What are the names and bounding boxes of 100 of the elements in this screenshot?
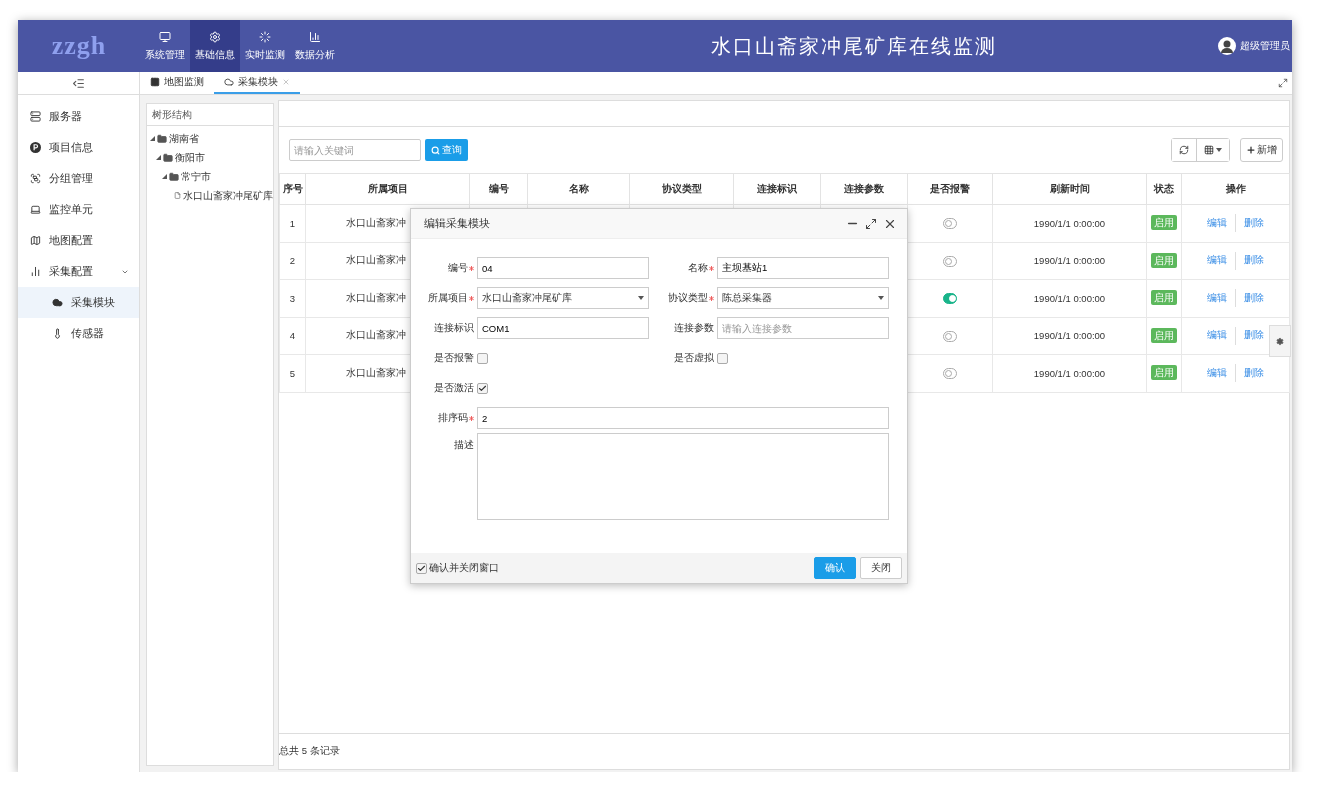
p-circle-icon bbox=[30, 142, 41, 153]
search-field[interactable]: 请输入关键词 bbox=[289, 139, 421, 161]
sidebar-item[interactable]: 地图配置 bbox=[18, 225, 139, 256]
refresh-icon bbox=[1179, 145, 1189, 155]
delete-link[interactable]: 删除 bbox=[1236, 291, 1272, 303]
column-header: 编号 bbox=[469, 173, 528, 205]
cloud-icon bbox=[224, 77, 234, 87]
add-button[interactable]: 新增 bbox=[1240, 138, 1283, 162]
edit-link[interactable]: 编辑 bbox=[1199, 254, 1235, 266]
column-header: 是否报警 bbox=[907, 173, 993, 205]
loading-icon[interactable] bbox=[259, 30, 271, 43]
sidebar-item[interactable]: 监控单元 bbox=[18, 194, 139, 225]
table-cell: 1 bbox=[279, 204, 306, 242]
tree-node-label[interactable]: 常宁市 bbox=[181, 169, 211, 184]
delete-link[interactable]: 删除 bbox=[1236, 329, 1272, 341]
folder-icon bbox=[157, 133, 167, 144]
sidebar-item[interactable]: 分组管理 bbox=[18, 163, 139, 194]
gear-icon[interactable] bbox=[209, 30, 221, 43]
delete-link[interactable]: 删除 bbox=[1236, 254, 1272, 266]
required-mark-icon bbox=[469, 415, 474, 421]
tree-node-label[interactable]: 衡阳市 bbox=[175, 150, 205, 165]
fullscreen-icon[interactable] bbox=[1278, 78, 1288, 88]
sidebar-item[interactable]: 传感器 bbox=[18, 318, 139, 349]
delete-link[interactable]: 删除 bbox=[1236, 366, 1272, 378]
tree-node-label[interactable]: 水口山斋家冲尾矿库 bbox=[183, 188, 273, 203]
monitor-icon[interactable] bbox=[159, 30, 171, 43]
column-header: 状态 bbox=[1146, 173, 1182, 205]
expand-caret-icon[interactable] bbox=[150, 136, 155, 141]
checkbox[interactable] bbox=[477, 352, 488, 364]
expand-caret-icon[interactable] bbox=[162, 174, 167, 179]
dropdown-caret-icon[interactable] bbox=[638, 296, 644, 300]
tree-node-label[interactable]: 湖南省 bbox=[169, 131, 199, 146]
column-header: 序号 bbox=[279, 173, 306, 205]
field-label: 名称 bbox=[649, 261, 717, 275]
plus-icon bbox=[1246, 145, 1256, 155]
edit-link[interactable]: 编辑 bbox=[1199, 216, 1235, 228]
table-cell: 1990/1/1 0:00:00 bbox=[992, 317, 1147, 355]
file-icon bbox=[174, 190, 181, 201]
folder-icon bbox=[169, 171, 179, 182]
search-icon bbox=[431, 145, 440, 155]
sidebar-item[interactable]: 采集配置 bbox=[18, 256, 139, 287]
nav-tab[interactable]: 实时监测 bbox=[240, 20, 290, 72]
grid-icon bbox=[1204, 145, 1214, 155]
edit-link[interactable]: 编辑 bbox=[1199, 291, 1235, 303]
table-cell: 3 bbox=[279, 279, 306, 317]
edit-link[interactable]: 编辑 bbox=[1199, 366, 1235, 378]
column-header: 连接参数 bbox=[820, 173, 908, 205]
refresh-button[interactable] bbox=[1172, 139, 1197, 161]
dropdown-caret-icon[interactable] bbox=[878, 296, 884, 300]
edit-link[interactable]: 编辑 bbox=[1199, 329, 1235, 341]
close-button[interactable]: 关闭 bbox=[860, 557, 902, 579]
checkbox[interactable] bbox=[416, 562, 427, 574]
expand-caret-icon[interactable] bbox=[156, 155, 161, 160]
column-header: 连接标识 bbox=[733, 173, 821, 205]
page-tab[interactable]: 地图监测 bbox=[140, 72, 214, 94]
alarm-toggle[interactable] bbox=[943, 293, 957, 305]
table-cell: 5 bbox=[279, 354, 306, 392]
user-name[interactable]: 超级管理员 bbox=[1240, 39, 1290, 53]
field-label: 协议类型 bbox=[649, 291, 717, 305]
checkbox[interactable] bbox=[717, 352, 728, 364]
alarm-toggle[interactable] bbox=[943, 218, 957, 230]
required-mark-icon bbox=[469, 265, 474, 271]
sidebar-item[interactable]: 服务器 bbox=[18, 101, 139, 132]
select-field[interactable]: 陈总采集器 bbox=[717, 287, 889, 309]
nav-tab[interactable]: 基础信息 bbox=[190, 20, 240, 72]
bar-chart-icon[interactable] bbox=[309, 30, 321, 43]
maximize-icon[interactable] bbox=[865, 217, 877, 230]
server-icon bbox=[30, 111, 41, 122]
text-field[interactable]: 2 bbox=[477, 407, 889, 429]
nav-tab[interactable]: 系统管理 bbox=[140, 20, 190, 72]
settings-button[interactable] bbox=[1269, 325, 1291, 357]
alarm-toggle[interactable] bbox=[943, 330, 957, 342]
nav-tab[interactable]: 数据分析 bbox=[290, 20, 340, 72]
delete-link[interactable]: 删除 bbox=[1236, 216, 1272, 228]
avatar-icon[interactable] bbox=[1218, 37, 1236, 55]
dropdown-caret-icon[interactable] bbox=[1216, 148, 1222, 152]
status-badge: 启用 bbox=[1151, 365, 1177, 381]
alarm-toggle[interactable] bbox=[943, 255, 957, 267]
panel-title: 树形结构 bbox=[152, 107, 192, 122]
table-cell: 2 bbox=[279, 242, 306, 280]
checkbox[interactable] bbox=[477, 382, 488, 394]
folder-icon bbox=[163, 152, 173, 163]
description-field[interactable] bbox=[477, 433, 889, 520]
sidebar-item[interactable]: 项目信息 bbox=[18, 132, 139, 163]
menu-icon[interactable] bbox=[72, 76, 85, 90]
table-cell: 1990/1/1 0:00:00 bbox=[992, 279, 1147, 317]
status-badge: 启用 bbox=[1151, 252, 1177, 268]
alarm-toggle[interactable] bbox=[943, 368, 957, 380]
text-field[interactable]: COM1 bbox=[477, 317, 649, 339]
logo: zzgh bbox=[50, 30, 108, 62]
check-icon bbox=[478, 383, 487, 393]
page-tab[interactable]: 采集模块 bbox=[214, 72, 300, 94]
text-field[interactable]: 04 bbox=[477, 257, 649, 279]
sidebar-item[interactable]: 采集模块 bbox=[18, 287, 139, 318]
text-field[interactable]: 主坝基站1 bbox=[717, 257, 889, 279]
text-field[interactable]: 请输入连接参数 bbox=[717, 317, 889, 339]
laptop-icon bbox=[30, 204, 41, 215]
cloud-icon bbox=[52, 297, 63, 308]
select-field[interactable]: 水口山斋家冲尾矿库 bbox=[477, 287, 649, 309]
thermometer-icon bbox=[52, 328, 63, 339]
